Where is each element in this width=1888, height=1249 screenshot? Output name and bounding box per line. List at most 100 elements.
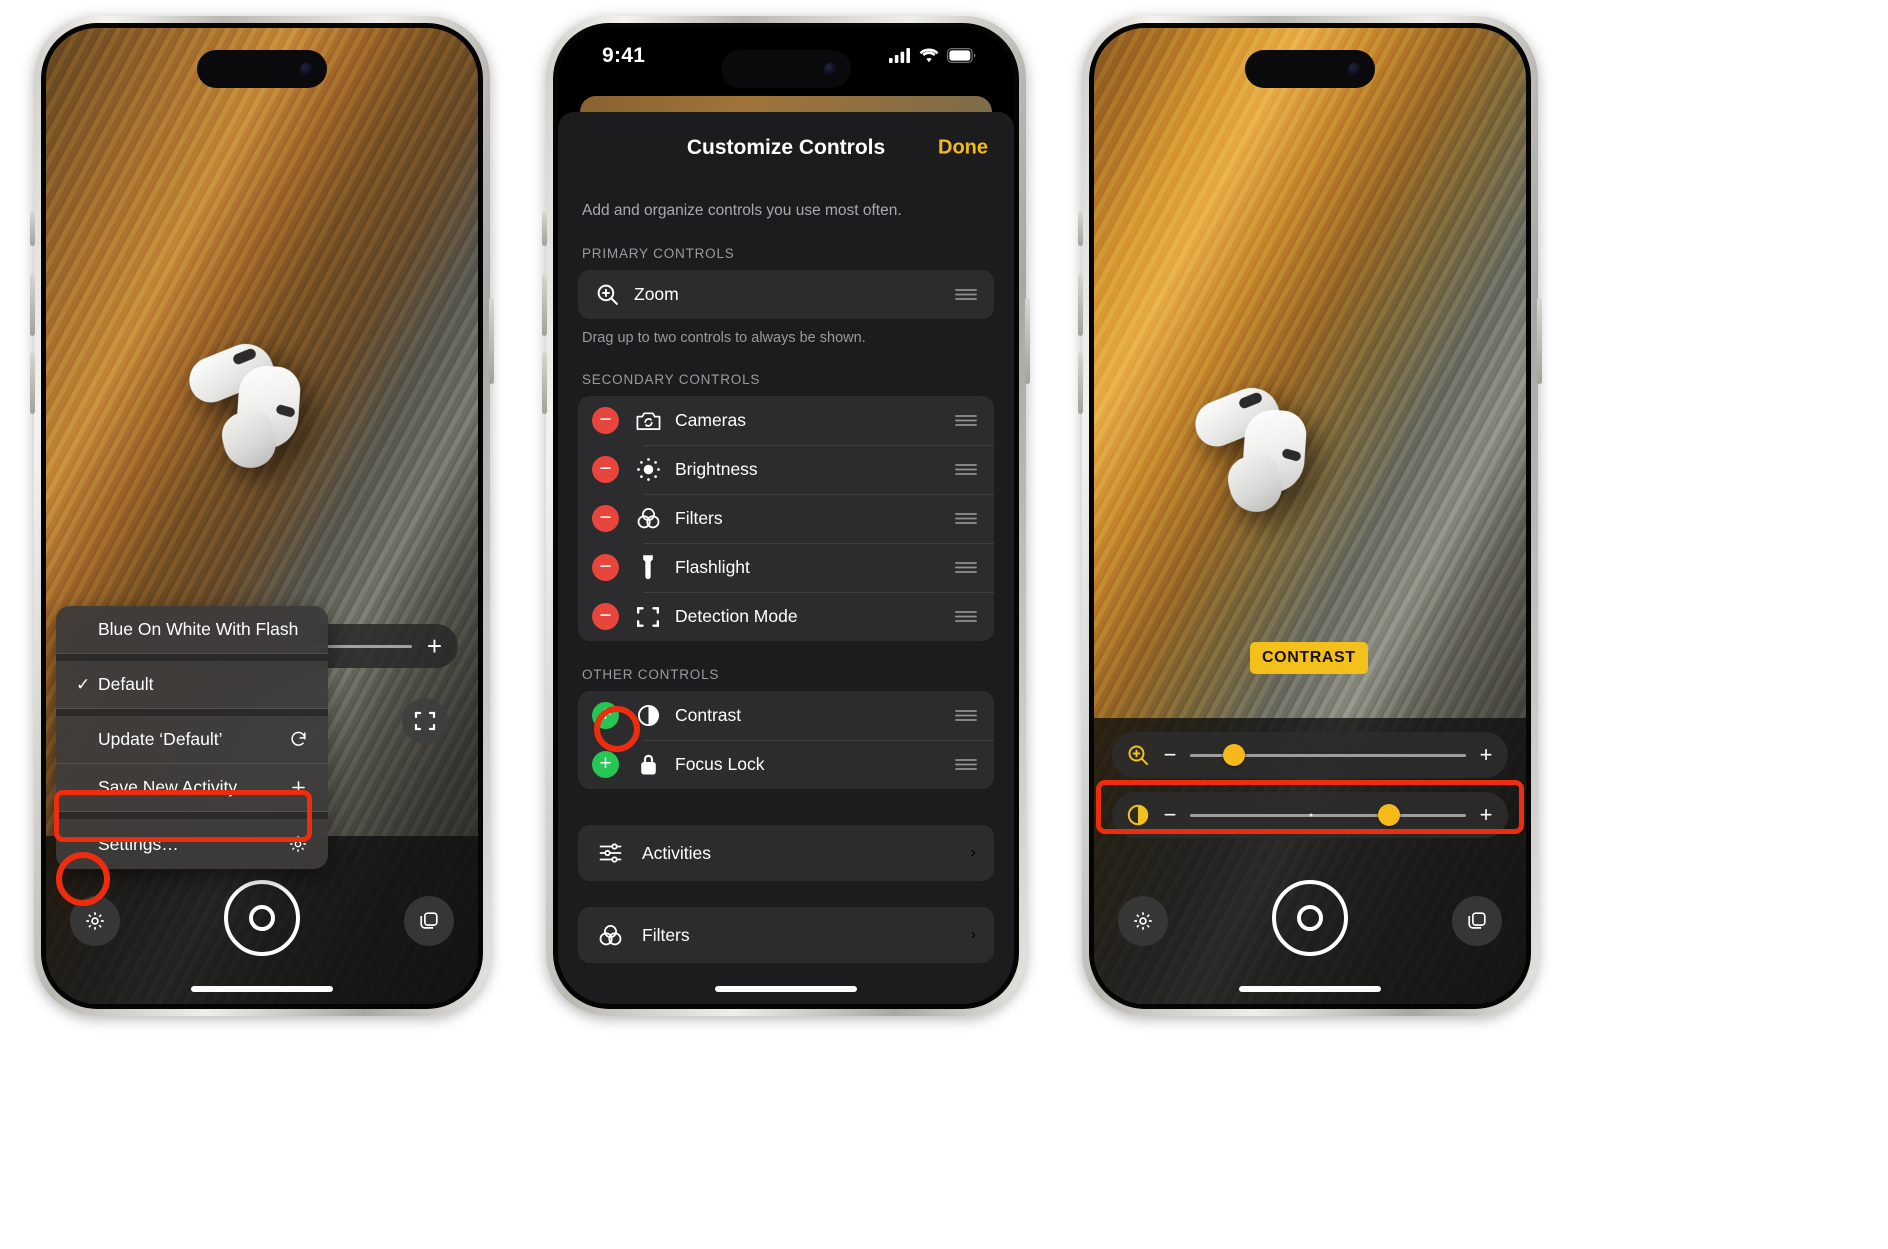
home-indicator xyxy=(191,986,333,992)
filters-icon xyxy=(633,506,663,531)
phone-2: 9:41 Customize Controls Done Add and org… xyxy=(542,16,1030,1016)
nav-label: Filters xyxy=(642,924,690,945)
control-row-filters[interactable]: − Filters xyxy=(578,494,994,543)
zoom-increase-button[interactable]: + xyxy=(1478,744,1494,766)
primary-controls-hint: Drag up to two controls to always be sho… xyxy=(582,330,866,346)
zoom-decrease-button[interactable]: − xyxy=(1162,744,1178,766)
drag-handle-icon[interactable] xyxy=(954,609,978,624)
contrast-slider[interactable]: − + xyxy=(1112,792,1508,838)
mute-switch[interactable] xyxy=(1078,212,1083,246)
settings-button[interactable] xyxy=(1118,896,1168,946)
sheet-header: Customize Controls Done xyxy=(558,112,1014,184)
volume-down-button[interactable] xyxy=(1078,352,1083,414)
power-button[interactable] xyxy=(489,298,494,384)
menu-item-label: Update ‘Default’ xyxy=(98,729,223,749)
menu-item-label: Save New Activity xyxy=(98,777,238,797)
secondary-controls-group: − Cameras − Brightness − Filters − Flash… xyxy=(578,396,994,641)
front-camera-icon xyxy=(300,62,313,76)
drag-handle-icon[interactable] xyxy=(954,511,978,526)
shutter-button[interactable] xyxy=(1272,880,1348,956)
layers-button[interactable] xyxy=(404,896,454,946)
drag-handle-icon[interactable] xyxy=(954,287,978,302)
phone-3: CONTRAST − + − + xyxy=(1078,16,1542,1016)
contrast-increase-button[interactable]: + xyxy=(1478,804,1494,826)
zoom-slider-track[interactable] xyxy=(1190,744,1466,766)
section-header-primary: PRIMARY CONTROLS xyxy=(582,246,735,261)
zoom-slider-knob[interactable] xyxy=(1223,744,1246,766)
activities-nav-group: Activities › xyxy=(578,825,994,881)
control-row-zoom[interactable]: Zoom xyxy=(578,270,994,319)
control-label: Contrast xyxy=(675,705,742,725)
phone-3-screen: CONTRAST − + − + xyxy=(1094,28,1526,1004)
menu-item-label: Blue On White With Flash xyxy=(98,619,299,639)
nav-row-activities[interactable]: Activities › xyxy=(578,825,994,881)
menu-item-save-new-activity[interactable]: Save New Activity xyxy=(56,764,328,812)
control-row-focus-lock[interactable]: + Focus Lock xyxy=(578,740,994,789)
home-indicator xyxy=(715,986,857,992)
remove-control-button[interactable]: − xyxy=(592,407,619,434)
control-row-cameras[interactable]: − Cameras xyxy=(578,396,994,445)
contrast-icon xyxy=(1126,803,1150,827)
remove-control-button[interactable]: − xyxy=(592,456,619,483)
battery-icon xyxy=(947,48,976,63)
add-control-button[interactable]: + xyxy=(592,702,619,729)
power-button[interactable] xyxy=(1025,298,1030,384)
menu-item-label: Settings… xyxy=(98,833,179,854)
drag-handle-icon[interactable] xyxy=(954,413,978,428)
drag-handle-icon[interactable] xyxy=(954,560,978,575)
menu-item-update-default[interactable]: Update ‘Default’ xyxy=(56,716,328,764)
camera-toolbar: − + − + xyxy=(1094,718,1526,1004)
remove-control-button[interactable]: − xyxy=(592,505,619,532)
screenshot-canvas: + Blue On White With Flash ✓ Default Upd… xyxy=(0,0,1888,1249)
chevron-right-icon: › xyxy=(970,844,976,861)
done-button[interactable]: Done xyxy=(938,137,988,160)
activity-context-menu[interactable]: Blue On White With Flash ✓ Default Updat… xyxy=(56,606,328,869)
volume-up-button[interactable] xyxy=(542,274,547,336)
menu-item-label: Default xyxy=(98,674,154,694)
volume-down-button[interactable] xyxy=(542,352,547,414)
mute-switch[interactable] xyxy=(30,212,35,246)
drag-handle-icon[interactable] xyxy=(954,708,978,723)
zoom-slider[interactable]: − + xyxy=(1112,732,1508,778)
airpod-subject xyxy=(178,335,319,493)
zoom-plus-button[interactable]: + xyxy=(427,633,442,659)
control-label: Brightness xyxy=(675,459,758,479)
contrast-icon xyxy=(633,703,663,728)
add-control-button[interactable]: + xyxy=(592,751,619,778)
menu-item-settings[interactable]: Settings… xyxy=(56,819,328,869)
control-row-brightness[interactable]: − Brightness xyxy=(578,445,994,494)
drag-handle-icon[interactable] xyxy=(954,757,978,772)
control-label: Cameras xyxy=(675,410,746,430)
shutter-button[interactable] xyxy=(224,880,300,956)
section-header-secondary: SECONDARY CONTROLS xyxy=(582,372,761,387)
layers-icon xyxy=(420,912,438,929)
dynamic-island xyxy=(197,50,327,88)
nav-label: Activities xyxy=(642,842,712,863)
remove-control-button[interactable]: − xyxy=(592,603,619,630)
power-button[interactable] xyxy=(1537,298,1542,384)
other-controls-group: + Contrast + Focus Lock xyxy=(578,691,994,789)
drag-handle-icon[interactable] xyxy=(954,462,978,477)
mute-switch[interactable] xyxy=(542,212,547,246)
settings-button[interactable] xyxy=(70,896,120,946)
wifi-icon xyxy=(919,48,939,63)
volume-up-button[interactable] xyxy=(30,274,35,336)
gear-icon xyxy=(1134,912,1152,930)
contrast-slider-track[interactable] xyxy=(1190,804,1466,826)
volume-down-button[interactable] xyxy=(30,352,35,414)
menu-item-blue-on-white[interactable]: Blue On White With Flash xyxy=(56,606,328,654)
nav-row-filters[interactable]: Filters › xyxy=(578,907,994,963)
menu-divider xyxy=(56,709,328,716)
phone-1-screen: + Blue On White With Flash ✓ Default Upd… xyxy=(46,28,478,1004)
control-row-contrast[interactable]: + Contrast xyxy=(578,691,994,740)
control-label: Focus Lock xyxy=(675,754,765,774)
remove-control-button[interactable]: − xyxy=(592,554,619,581)
control-row-detection-mode[interactable]: − Detection Mode xyxy=(578,592,994,641)
control-row-flashlight[interactable]: − Flashlight xyxy=(578,543,994,592)
detection-mode-button[interactable] xyxy=(402,698,448,744)
volume-up-button[interactable] xyxy=(1078,274,1083,336)
contrast-slider-knob[interactable] xyxy=(1377,804,1400,826)
layers-button[interactable] xyxy=(1452,896,1502,946)
menu-item-default[interactable]: ✓ Default xyxy=(56,661,328,709)
contrast-decrease-button[interactable]: − xyxy=(1162,804,1178,826)
